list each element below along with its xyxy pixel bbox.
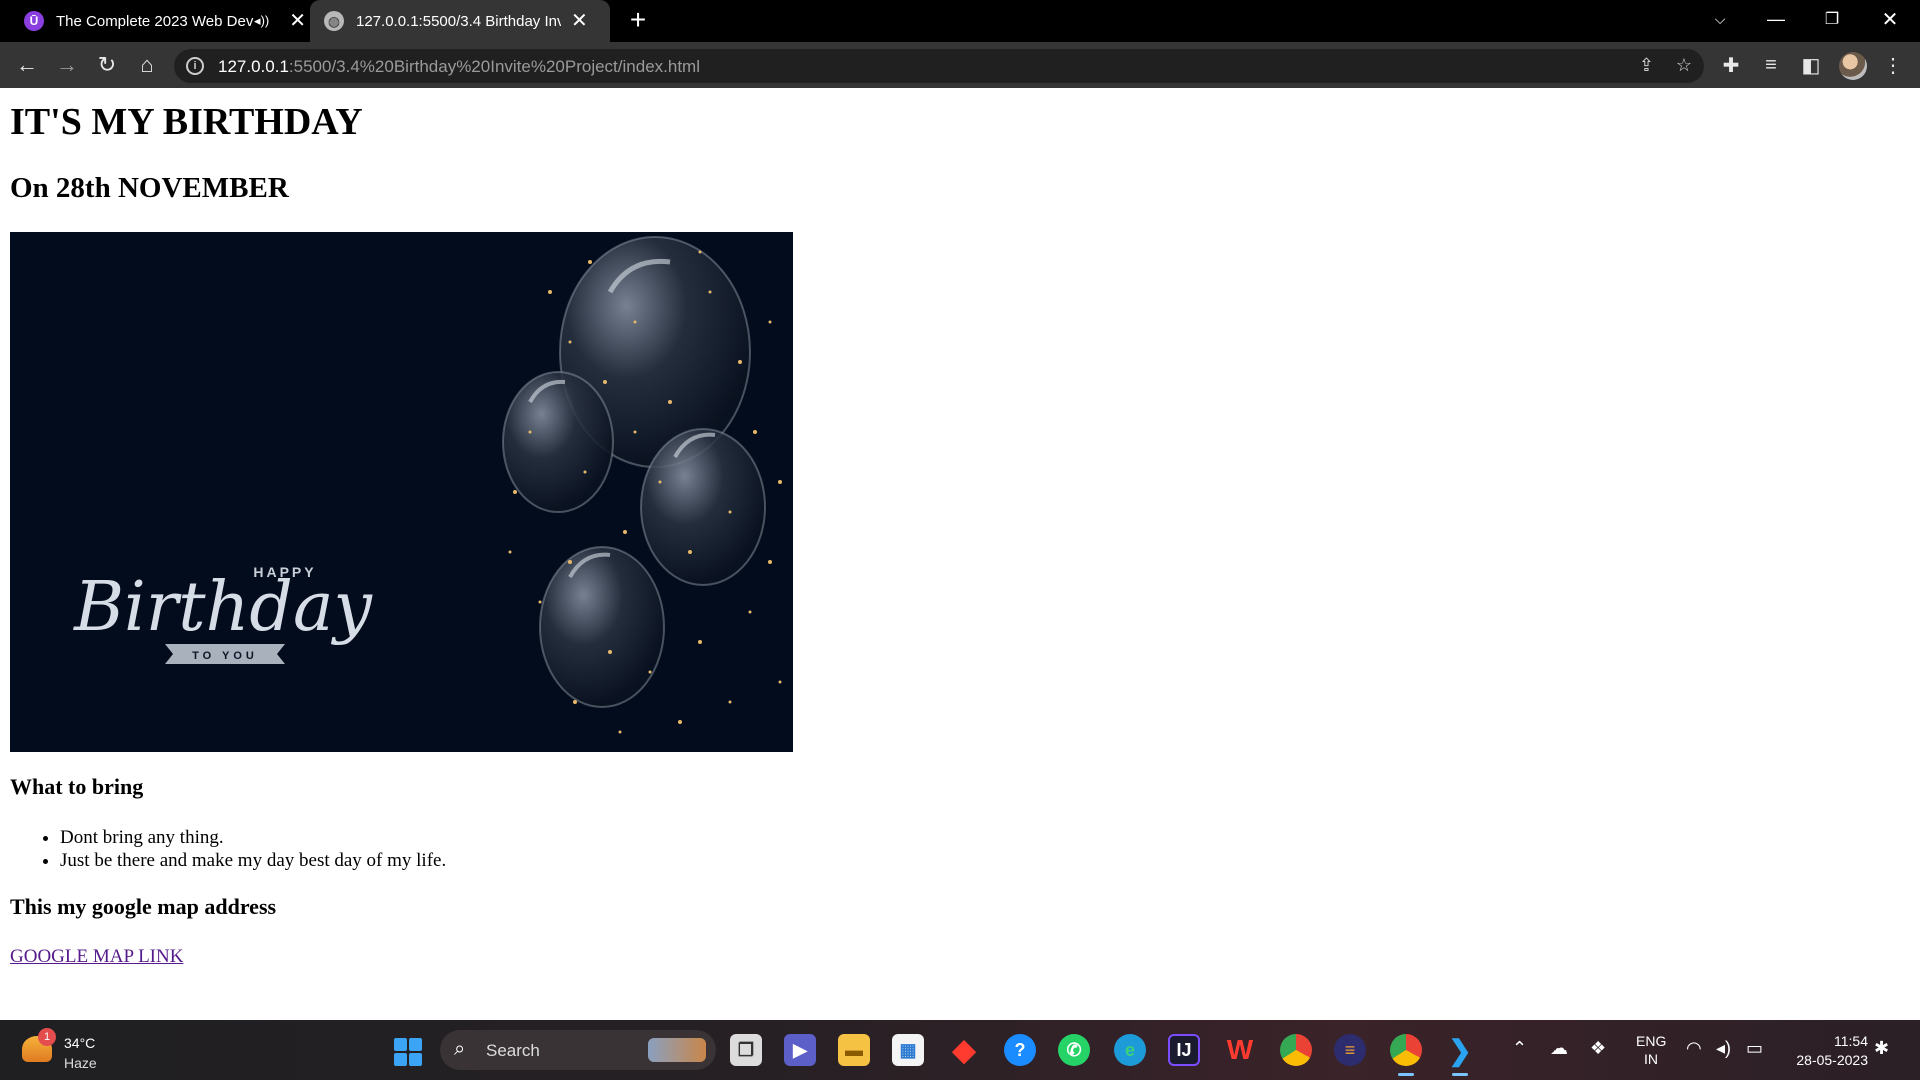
wps-office-icon[interactable]: W <box>1224 1034 1256 1066</box>
what-to-bring-heading: What to bring <box>10 774 144 799</box>
show-hidden-icons-chevron[interactable]: ⌃ <box>1512 1038 1527 1059</box>
url-text[interactable]: 127.0.0.1:5500/3.4%20Birthday%20Invite%2… <box>218 57 700 77</box>
search-icon: ⌕ <box>454 1038 466 1060</box>
banner-to-you-text: TO YOU <box>192 650 258 662</box>
share-icon[interactable]: ⇪ <box>1639 55 1654 76</box>
chrome-icon[interactable] <box>1280 1034 1312 1066</box>
banner-birthday-text: Birthday <box>72 568 373 647</box>
udemy-icon: Ū <box>24 11 44 31</box>
teams-chat-icon[interactable]: ▶ <box>784 1034 816 1066</box>
bookmark-star-icon[interactable]: ☆ <box>1676 55 1692 76</box>
extensions-puzzle-icon[interactable]: ✚ <box>1718 52 1744 78</box>
anydesk-icon[interactable]: ◆ <box>948 1034 980 1067</box>
address-bar[interactable]: i 127.0.0.1:5500/3.4%20Birthday%20Invite… <box>174 49 1704 83</box>
back-arrow-icon[interactable]: ← <box>10 48 44 82</box>
windows-taskbar: 1 34°C Haze ⌕ Search ❐ ▶ ▬ ▦ ◆ ? ✆ e IJ … <box>0 1020 1920 1080</box>
region-code: IN <box>1644 1051 1658 1067</box>
chrome-profile-icon[interactable] <box>1390 1034 1422 1076</box>
balloon-bottom <box>539 546 665 708</box>
birthday-date: On 28th NOVEMBER <box>10 172 289 204</box>
balloons-illustration: HAPPY Birthday TO YOU <box>72 236 782 734</box>
edge-icon[interactable]: e <box>1114 1034 1146 1066</box>
whatsapp-icon[interactable]: ✆ <box>1058 1034 1090 1066</box>
new-tab-button[interactable]: + <box>624 6 652 35</box>
tab-title: 127.0.0.1:5500/3.4 Birthday Invite Proje… <box>356 12 561 30</box>
search-label: Search <box>486 1041 540 1060</box>
tab-birthday-invite[interactable]: ◍ 127.0.0.1:5500/3.4 Birthday Invite Pro… <box>310 0 610 42</box>
close-tab-icon[interactable]: ✕ <box>289 11 306 31</box>
weather-widget[interactable]: 1 34°C Haze <box>22 1028 112 1072</box>
task-view-icon[interactable]: ❐ <box>730 1034 762 1066</box>
dropbox-icon[interactable]: ❖ <box>1590 1038 1606 1059</box>
microsoft-store-icon[interactable]: ▦ <box>892 1034 924 1066</box>
tab-udemy[interactable]: Ū The Complete 2023 Web Development Boot… <box>12 0 306 42</box>
notification-bell-icon[interactable]: ✱ <box>1874 1038 1889 1059</box>
restore-button[interactable]: ❐ <box>1804 0 1860 38</box>
battery-icon[interactable]: ▭ <box>1746 1038 1763 1059</box>
globe-icon: ◍ <box>324 11 344 31</box>
file-explorer-icon[interactable]: ▬ <box>838 1034 870 1066</box>
balloon-right <box>640 428 766 586</box>
clock-time: 11:54 <box>1834 1033 1868 1049</box>
web-page: IT'S MY BIRTHDAY On 28th NOVEMBER HAPPY … <box>0 88 1920 1020</box>
tab-title: The Complete 2023 Web Development Bootca… <box>56 12 254 30</box>
balloon-left <box>502 371 614 513</box>
site-info-icon[interactable]: i <box>186 57 204 75</box>
onedrive-cloud-icon[interactable]: ☁ <box>1550 1038 1568 1059</box>
notification-badge: 1 <box>38 1028 56 1046</box>
wifi-icon[interactable]: ◠ <box>1686 1038 1702 1059</box>
intellij-icon[interactable]: IJ <box>1168 1034 1200 1066</box>
windows-start-icon[interactable] <box>394 1038 422 1066</box>
volume-icon[interactable]: ◂) <box>1716 1038 1731 1059</box>
close-window-button[interactable]: ✕ <box>1862 0 1918 38</box>
weather-condition: Haze <box>64 1055 97 1071</box>
list-item: Just be there and make my day best day o… <box>60 849 446 872</box>
profile-avatar[interactable] <box>1839 52 1867 80</box>
map-address-heading: This my google map address <box>10 894 277 919</box>
page-title: IT'S MY BIRTHDAY <box>10 101 363 143</box>
vscode-icon[interactable]: ❯ <box>1444 1034 1476 1076</box>
home-icon[interactable]: ⌂ <box>130 48 164 82</box>
reload-icon[interactable]: ↻ <box>90 48 124 82</box>
tab-strip: Ū The Complete 2023 Web Development Boot… <box>0 0 1920 42</box>
clock-date: 28-05-2023 <box>1796 1052 1868 1068</box>
side-panel-icon[interactable]: ◧ <box>1798 52 1824 78</box>
search-highlight-image <box>648 1038 706 1062</box>
weather-temperature: 34°C <box>64 1035 96 1051</box>
bring-list: Dont bring any thing. Just be there and … <box>60 826 446 872</box>
browser-toolbar: ← → ↻ ⌂ i 127.0.0.1:5500/3.4%20Birthday%… <box>0 42 1920 88</box>
list-item: Dont bring any thing. <box>60 826 446 849</box>
close-tab-icon[interactable]: ✕ <box>571 11 588 31</box>
birthday-banner-image: HAPPY Birthday TO YOU <box>10 232 793 752</box>
eclipse-icon[interactable]: ≡ <box>1334 1034 1366 1066</box>
menu-kebab-icon[interactable]: ⋮ <box>1880 52 1906 78</box>
forward-arrow-icon[interactable]: → <box>50 48 84 82</box>
speaker-icon[interactable]: ◂)) <box>254 13 269 29</box>
language-indicator[interactable]: ENG IN <box>1636 1032 1666 1068</box>
system-clock[interactable]: 11:54 28-05-2023 <box>1780 1032 1868 1070</box>
language-code: ENG <box>1636 1033 1667 1049</box>
taskbar-search[interactable]: ⌕ Search <box>440 1030 716 1070</box>
help-icon[interactable]: ? <box>1004 1034 1036 1066</box>
google-map-link[interactable]: GOOGLE MAP LINK <box>10 946 183 968</box>
media-queue-icon[interactable]: ≡ <box>1758 52 1784 78</box>
tab-search-chevron-icon[interactable]: ⌵ <box>1692 0 1748 38</box>
minimize-button[interactable]: — <box>1748 0 1804 38</box>
